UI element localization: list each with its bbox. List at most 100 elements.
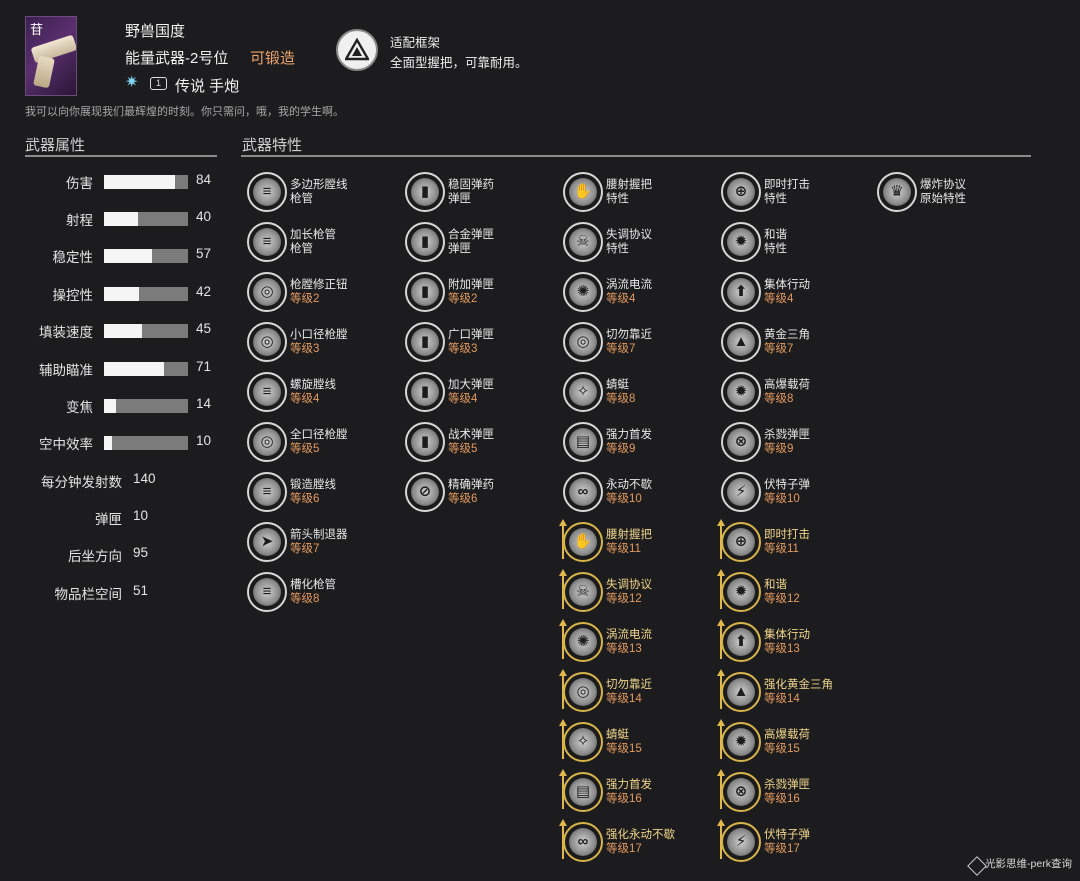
perk-icon[interactable]: ☠: [563, 222, 603, 262]
perk[interactable]: ▮ 广口弹匣 等级3: [401, 321, 551, 365]
perk-icon[interactable]: ◎: [247, 322, 287, 362]
perk-icon[interactable]: ▤: [563, 422, 603, 462]
perk-icon[interactable]: ⊕: [721, 522, 761, 562]
perk-icon[interactable]: ◎: [563, 322, 603, 362]
enhanced-perk[interactable]: ⊕ 即时打击 等级11: [717, 519, 867, 565]
perk-type: 枪管: [290, 243, 313, 255]
perk-icon[interactable]: ▮: [405, 372, 445, 412]
perk-icon[interactable]: ✹: [721, 722, 761, 762]
perk-icon[interactable]: ✧: [563, 722, 603, 762]
perk-icon[interactable]: ⊗: [721, 772, 761, 812]
perk[interactable]: ≡ 槽化枪管 等级8: [243, 571, 393, 615]
perk[interactable]: ▮ 稳固弹药 弹匣: [401, 171, 551, 215]
perk-icon[interactable]: ⊗: [721, 422, 761, 462]
perk[interactable]: ✧ 蜻蜓 等级8: [559, 371, 709, 415]
perk-icon[interactable]: ≡: [247, 472, 287, 512]
enhanced-perk[interactable]: ✹ 高爆载荷 等级15: [717, 719, 867, 765]
perk-icon[interactable]: ≡: [247, 172, 287, 212]
perk-icon[interactable]: ✹: [721, 572, 761, 612]
perk[interactable]: ▤ 强力首发 等级9: [559, 421, 709, 465]
stat-value: 45: [196, 321, 212, 336]
enhanced-perk[interactable]: ✧ 蜻蜓 等级15: [559, 719, 709, 765]
enhanced-perk[interactable]: ▤ 强力首发 等级16: [559, 769, 709, 815]
perk-icon[interactable]: ✹: [721, 372, 761, 412]
perk-icon[interactable]: ✧: [563, 372, 603, 412]
perk[interactable]: ≡ 多边形膛线 枪管: [243, 171, 393, 215]
perk-level: 等级6: [448, 493, 478, 505]
enhanced-perk[interactable]: ◎ 切勿靠近 等级14: [559, 669, 709, 715]
stat-bar-fill: [104, 175, 175, 189]
perk[interactable]: ∞ 永动不歇 等级10: [559, 471, 709, 515]
perk[interactable]: ➤ 箭头制退器 等级7: [243, 521, 393, 565]
perk-icon[interactable]: ▮: [405, 322, 445, 362]
frame-icon[interactable]: [336, 29, 378, 71]
corner-mark-icon: 苷: [30, 22, 44, 37]
perk[interactable]: ⚡ 伏特子弹 等级10: [717, 471, 867, 515]
perk-icon[interactable]: ≡: [247, 572, 287, 612]
enhanced-perk[interactable]: ☠ 失调协议 等级12: [559, 569, 709, 615]
perk-icon[interactable]: ✺: [563, 272, 603, 312]
perk[interactable]: ▮ 加大弹匣 等级4: [401, 371, 551, 415]
perk-icon[interactable]: ✹: [721, 222, 761, 262]
perk[interactable]: ◎ 小口径枪膛 等级3: [243, 321, 393, 365]
perk-icon[interactable]: ◎: [563, 672, 603, 712]
perk[interactable]: ≡ 加长枪管 枪管: [243, 221, 393, 265]
perk-icon[interactable]: ♛: [877, 172, 917, 212]
perk[interactable]: ◎ 枪膛修正钮 等级2: [243, 271, 393, 315]
perk[interactable]: ⊕ 即时打击 特性: [717, 171, 867, 215]
perk-icon[interactable]: ∞: [563, 822, 603, 862]
perk[interactable]: ⊗ 杀戮弹匣 等级9: [717, 421, 867, 465]
perk-icon[interactable]: ▮: [405, 272, 445, 312]
perk[interactable]: ▲ 黄金三角 等级7: [717, 321, 867, 365]
perk-icon[interactable]: ☠: [563, 572, 603, 612]
perk-icon[interactable]: ▮: [405, 172, 445, 212]
perk-icon[interactable]: ▲: [721, 322, 761, 362]
perk-icon[interactable]: ⊕: [721, 172, 761, 212]
perk-icon[interactable]: ⊘: [405, 472, 445, 512]
perk-icon[interactable]: ◎: [247, 272, 287, 312]
enhanced-perk[interactable]: ✺ 涡流电流 等级13: [559, 619, 709, 665]
enhanced-perk[interactable]: ⚡ 伏特子弹 等级17: [717, 819, 867, 865]
perk[interactable]: ◎ 切勿靠近 等级7: [559, 321, 709, 365]
perk[interactable]: ✋ 腰射握把 特性: [559, 171, 709, 215]
perk[interactable]: ▮ 附加弹匣 等级2: [401, 271, 551, 315]
enhanced-perk[interactable]: ▲ 强化黄金三角 等级14: [717, 669, 867, 715]
perk-icon[interactable]: ≡: [247, 222, 287, 262]
perk[interactable]: ☠ 失调协议 特性: [559, 221, 709, 265]
enhanced-perk[interactable]: ⬆ 集体行动 等级13: [717, 619, 867, 665]
enhanced-perk[interactable]: ✹ 和谐 等级12: [717, 569, 867, 615]
perk-icon[interactable]: ➤: [247, 522, 287, 562]
enhanced-perk[interactable]: ⊗ 杀戮弹匣 等级16: [717, 769, 867, 815]
enhanced-perk[interactable]: ∞ 强化永动不歇 等级17: [559, 819, 709, 865]
enhanced-perk[interactable]: ✋ 腰射握把 等级11: [559, 519, 709, 565]
perk-icon[interactable]: ✋: [563, 172, 603, 212]
perk-type: 原始特性: [920, 193, 966, 205]
perk-icon[interactable]: ∞: [563, 472, 603, 512]
perk[interactable]: ⬆ 集体行动 等级4: [717, 271, 867, 315]
perk[interactable]: ▮ 战术弹匣 等级5: [401, 421, 551, 465]
perk-icon[interactable]: ⬆: [721, 272, 761, 312]
perk-icon[interactable]: ≡: [247, 372, 287, 412]
stat-bar-fill: [104, 212, 138, 226]
perk-icon[interactable]: ▲: [721, 672, 761, 712]
perk-icon[interactable]: ⚡: [721, 472, 761, 512]
stat-label: 伤害: [66, 176, 93, 191]
perk[interactable]: ≡ 锻造膛线 等级6: [243, 471, 393, 515]
flavor-text: 我可以向你展现我们最辉煌的时刻。你只需问，哦，我的学生啊。: [25, 106, 344, 118]
perk[interactable]: ⊘ 精确弹药 等级6: [401, 471, 551, 515]
perk[interactable]: ✹ 和谐 特性: [717, 221, 867, 265]
perk-icon[interactable]: ✺: [563, 622, 603, 662]
perk-icon[interactable]: ▮: [405, 422, 445, 462]
perk-icon[interactable]: ✋: [563, 522, 603, 562]
perk[interactable]: ✺ 涡流电流 等级4: [559, 271, 709, 315]
perk-icon[interactable]: ◎: [247, 422, 287, 462]
perk-icon[interactable]: ⬆: [721, 622, 761, 662]
perk[interactable]: ▮ 合金弹匣 弹匣: [401, 221, 551, 265]
perk-icon[interactable]: ⚡: [721, 822, 761, 862]
perk[interactable]: ◎ 全口径枪膛 等级5: [243, 421, 393, 465]
perk-icon[interactable]: ▮: [405, 222, 445, 262]
perk[interactable]: ≡ 螺旋膛线 等级4: [243, 371, 393, 415]
perk-icon[interactable]: ▤: [563, 772, 603, 812]
perk[interactable]: ✹ 高爆载荷 等级8: [717, 371, 867, 415]
perk[interactable]: ♛ 爆炸协议 原始特性: [873, 171, 1023, 215]
